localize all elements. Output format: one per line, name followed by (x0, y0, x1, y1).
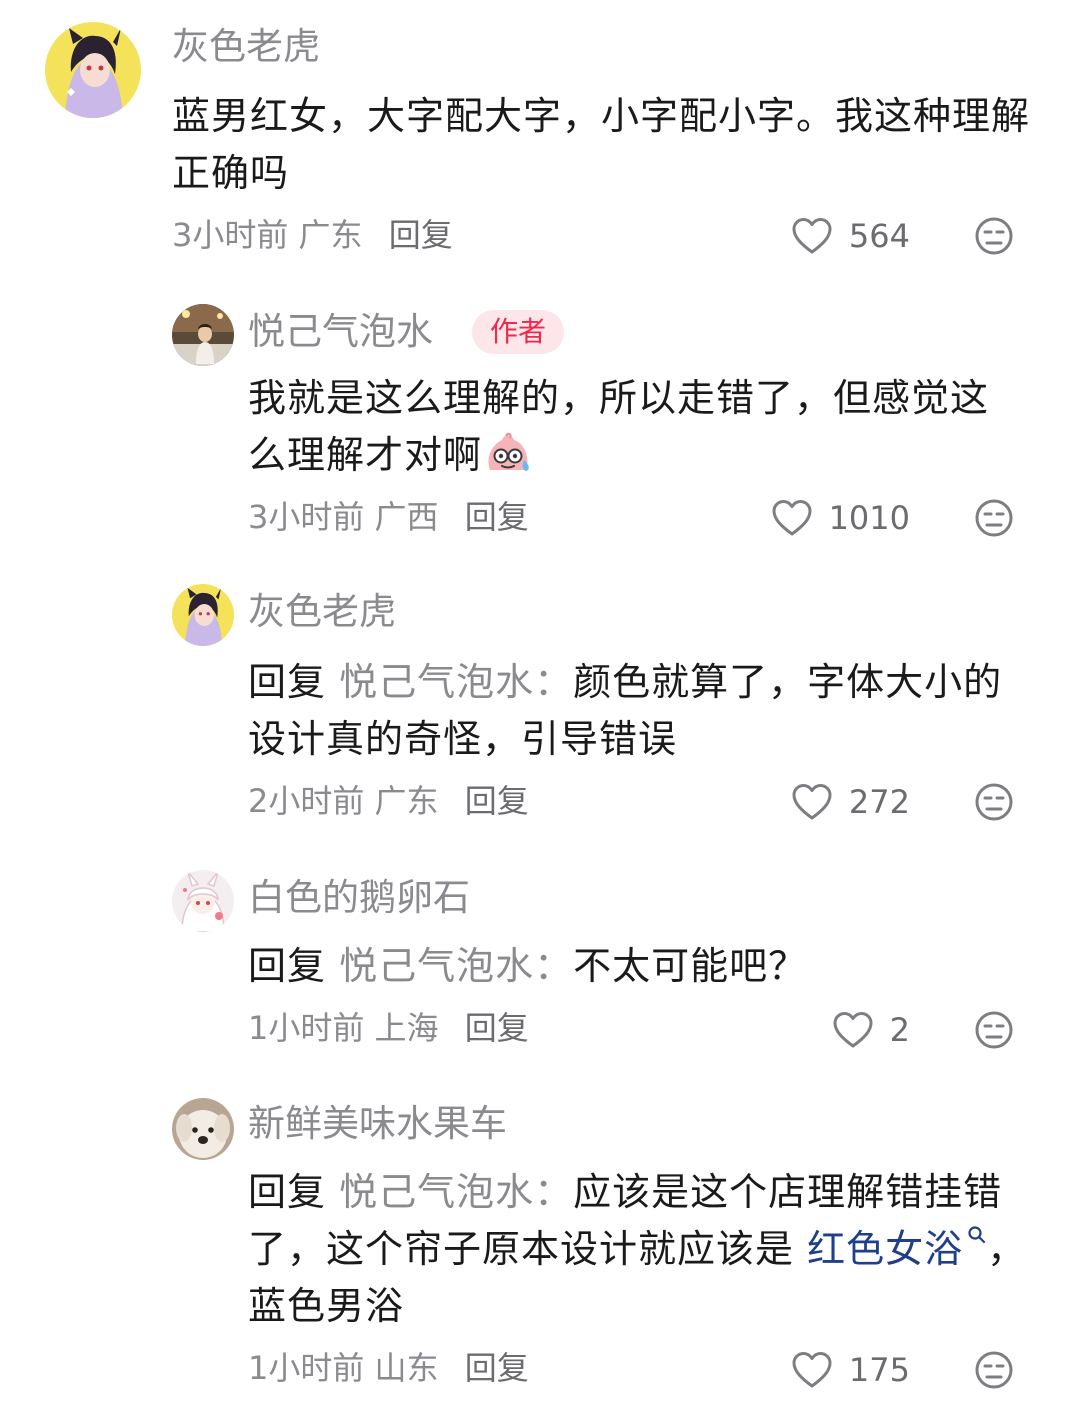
sweating-face-emoji-icon (488, 432, 529, 471)
like-count: 2 (889, 1011, 910, 1049)
reply-prefix: 回复 (248, 660, 327, 704)
comment-meta: 3小时前 广东 回复 (172, 219, 453, 251)
heart-outline-icon (792, 784, 832, 820)
comment-item: 灰色老虎 蓝男红女，大字配大字，小字配小字。我这种理解正确吗 3小时前 广东 回… (0, 0, 1080, 280)
neutral-face-icon[interactable] (974, 1350, 1014, 1390)
timestamp: 3小时前 (172, 216, 289, 254)
heart-outline-icon (792, 1352, 832, 1388)
reply-target-username[interactable]: 悦己气泡水： (339, 660, 573, 704)
comment-meta: 1小时前 山东 回复 (248, 1352, 529, 1384)
timestamp: 3小时前 (248, 498, 365, 536)
location: 广西 (374, 498, 439, 536)
neutral-face-icon[interactable] (974, 498, 1014, 538)
comment-meta: 3小时前 广西 回复 (248, 501, 529, 533)
neutral-face-icon[interactable] (974, 1010, 1014, 1050)
search-icon[interactable] (967, 1225, 987, 1245)
reply-button[interactable]: 回复 (465, 782, 529, 820)
timestamp: 1小时前 (248, 1009, 365, 1047)
neutral-face-icon[interactable] (974, 782, 1014, 822)
avatar[interactable] (172, 870, 234, 932)
like-count: 175 (848, 1351, 910, 1389)
reply-target-username[interactable]: 悦己气泡水： (339, 944, 573, 988)
comment-item: 灰色老虎 回复 悦己气泡水：颜色就算了，字体大小的设计真的奇怪，引导错误 2小时… (0, 560, 1080, 846)
reply-prefix: 回复 (248, 944, 327, 988)
heart-outline-icon (772, 500, 812, 536)
comment-body: 不太可能吧？ (573, 944, 808, 988)
location: 广东 (374, 782, 439, 820)
neutral-face-icon[interactable] (974, 216, 1014, 256)
reply-button[interactable]: 回复 (389, 216, 453, 254)
comment-meta: 1小时前 上海 回复 (248, 1012, 529, 1044)
reply-target-username[interactable]: 悦己气泡水： (339, 1170, 573, 1214)
like-count: 272 (848, 783, 910, 821)
like-button[interactable]: 2 (690, 1008, 910, 1052)
comment-item: 悦己气泡水 作者 我就是这么理解的，所以走错了，但感觉这么理解才对啊 3小时前 … (0, 280, 1080, 560)
like-count: 564 (848, 217, 910, 255)
reply-button[interactable]: 回复 (465, 1349, 529, 1387)
heart-outline-icon (792, 218, 832, 254)
avatar[interactable] (172, 584, 234, 646)
comment-body: 我就是这么理解的，所以走错了，但感觉这么理解才对啊 (248, 376, 990, 477)
timestamp: 2小时前 (248, 782, 365, 820)
location: 山东 (374, 1349, 439, 1387)
reply-prefix: 回复 (248, 1170, 327, 1214)
like-count: 1010 (828, 499, 910, 537)
heart-outline-icon (833, 1012, 873, 1048)
comment-text: 回复 悦己气泡水：应该是这个店理解错挂错了，这个帘子原本设计就应该是 红色女浴 … (248, 1164, 1038, 1335)
comment-item: 白色的鹅卵石 回复 悦己气泡水：不太可能吧？ 1小时前 上海 回复 2 (0, 846, 1080, 1076)
like-button[interactable]: 1010 (690, 496, 910, 540)
like-button[interactable]: 272 (690, 780, 910, 824)
reply-button[interactable]: 回复 (465, 1009, 529, 1047)
username[interactable]: 新鲜美味水果车 (248, 1105, 507, 1142)
location: 上海 (374, 1009, 439, 1047)
avatar[interactable] (172, 1098, 234, 1160)
location: 广东 (298, 216, 363, 254)
comment-meta: 2小时前 广东 回复 (248, 785, 529, 817)
comment-text: 回复 悦己气泡水：颜色就算了，字体大小的设计真的奇怪，引导错误 (248, 654, 1038, 768)
like-button[interactable]: 564 (690, 214, 910, 258)
comment-text: 我就是这么理解的，所以走错了，但感觉这么理解才对啊 (248, 370, 1018, 484)
timestamp: 1小时前 (248, 1349, 365, 1387)
reply-button[interactable]: 回复 (465, 498, 529, 536)
comment-text: 回复 悦己气泡水：不太可能吧？ (248, 938, 1038, 995)
comment-body: 蓝男红女，大字配大字，小字配小字。我这种理解正确吗 (172, 94, 1031, 195)
username[interactable]: 灰色老虎 (248, 593, 396, 630)
like-button[interactable]: 175 (690, 1348, 910, 1392)
author-badge: 作者 (472, 310, 565, 354)
username[interactable]: 白色的鹅卵石 (248, 879, 470, 916)
avatar[interactable] (172, 304, 234, 366)
search-link[interactable]: 红色女浴 (807, 1227, 963, 1271)
comment-item: 新鲜美味水果车 回复 悦己气泡水：应该是这个店理解错挂错了，这个帘子原本设计就应… (0, 1076, 1080, 1409)
username[interactable]: 悦己气泡水 (248, 313, 433, 350)
username[interactable]: 灰色老虎 (172, 28, 320, 65)
comment-text: 蓝男红女，大字配大字，小字配小字。我这种理解正确吗 (172, 88, 1032, 202)
avatar[interactable] (45, 22, 141, 118)
